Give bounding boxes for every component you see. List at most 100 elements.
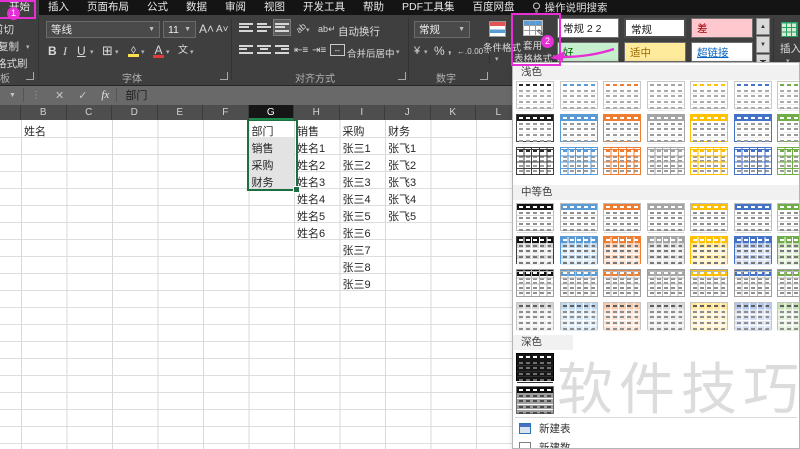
column-header-E[interactable]: E [158,105,204,120]
cell-I8[interactable]: 张三7 [343,242,371,258]
table-style-thumb-中等色-17[interactable] [603,269,641,297]
align-left-button[interactable] [238,42,254,57]
increase-indent-button[interactable]: ⇥≡ [312,43,326,59]
font-dialog-launcher[interactable] [220,72,228,80]
table-style-thumb-中等色-10[interactable] [603,236,641,264]
increase-font-size-button[interactable]: A˄ [199,21,214,37]
table-style-thumb-浅色-18[interactable] [647,147,685,175]
table-style-thumb-中等色-23[interactable] [560,302,598,330]
font-color-button[interactable]: A [152,42,165,58]
table-style-thumb-中等色-3[interactable] [603,203,641,231]
table-style-thumb-浅色-5[interactable] [690,81,728,109]
table-style-thumb-中等色-28[interactable] [777,302,800,330]
table-style-thumb-中等色-26[interactable] [690,302,728,330]
table-style-thumb-中等色-18[interactable] [647,269,685,297]
table-style-thumb-中等色-15[interactable] [516,269,554,297]
cell-I4[interactable]: 张三3 [343,174,371,190]
tab-页面布局[interactable]: 页面布局 [78,0,138,15]
tab-插入[interactable]: 插入 [39,0,78,15]
cell-I1[interactable]: 采购 [343,123,365,139]
cell-J4[interactable]: 张飞3 [388,174,416,190]
table-style-thumb-中等色-20[interactable] [734,269,772,297]
styles-scroll-down-button[interactable]: ▼ [756,36,770,53]
formula-input[interactable]: 部门 [125,87,147,103]
menu-item-新建数[interactable]: 新建数 [513,439,799,449]
font-name-combo[interactable]: 等线▼ [46,21,160,38]
cell-H5[interactable]: 姓名4 [297,191,325,207]
table-style-thumb-浅色-8[interactable] [516,114,554,142]
italic-button[interactable]: I [63,43,67,59]
table-style-thumb-浅色-20[interactable] [734,147,772,175]
insert-function-button[interactable]: fx [94,89,116,101]
table-style-thumb-浅色-2[interactable] [560,81,598,109]
cell-I10[interactable]: 张三9 [343,276,371,292]
align-bottom-button[interactable] [274,20,290,35]
table-style-thumb-中等色-7[interactable] [777,203,800,231]
table-style-thumb-中等色-5[interactable] [690,203,728,231]
table-style-thumb-中等色-12[interactable] [690,236,728,264]
merge-center-caret-icon[interactable]: ▾ [396,48,400,56]
table-style-thumb-浅色-16[interactable] [560,147,598,175]
phonetic-caret-icon[interactable]: ▾ [190,48,194,56]
clipboard-dialog-launcher[interactable] [26,72,34,80]
borders-caret-icon[interactable]: ▾ [115,48,119,56]
cell-H4[interactable]: 姓名3 [297,174,325,190]
column-header-G[interactable]: G [249,105,295,120]
align-top-button[interactable] [238,20,254,35]
comma-style-button[interactable]: , [448,41,451,57]
merge-center-button[interactable]: 合并后居中 [347,46,395,60]
table-style-thumb-浅色-17[interactable] [603,147,641,175]
insert-button[interactable]: 插入 [780,41,800,56]
number-format-combo[interactable]: 常规▼ [414,21,470,38]
cell-J2[interactable]: 张飞1 [388,140,416,156]
tab-开发工具[interactable]: 开发工具 [294,0,354,15]
table-style-thumb-浅色-19[interactable] [690,147,728,175]
cancel-button[interactable]: ✕ [48,89,71,102]
table-style-thumb-浅色-13[interactable] [734,114,772,142]
table-style-thumb-浅色-14[interactable] [777,114,800,142]
cell-H2[interactable]: 姓名1 [297,140,325,156]
table-style-thumb-浅色-1[interactable] [516,81,554,109]
table-style-thumb-浅色-21[interactable] [777,147,800,175]
table-style-thumb-深色-1[interactable] [516,353,554,381]
tab-公式[interactable]: 公式 [138,0,177,15]
table-style-thumb-中等色-19[interactable] [690,269,728,297]
cell-H6[interactable]: 姓名5 [297,208,325,224]
column-header-B[interactable]: B [21,105,67,120]
tab-帮助[interactable]: 帮助 [354,0,393,15]
table-style-thumb-中等色-9[interactable] [560,236,598,264]
column-header-F[interactable]: F [203,105,249,120]
cell-style-超链接[interactable]: 超链接 [691,42,753,62]
alignment-dialog-launcher[interactable] [398,72,406,80]
table-style-thumb-中等色-2[interactable] [560,203,598,231]
align-center-button[interactable] [256,42,272,57]
wrap-text-button[interactable]: 自动换行 [338,24,380,39]
cell-style-常规[interactable]: 常规 [624,18,686,38]
fill-color-button[interactable]: ⬨ [127,41,140,57]
cell-J3[interactable]: 张飞2 [388,157,416,173]
fill-color-caret-icon[interactable]: ▾ [141,48,145,56]
table-style-thumb-浅色-7[interactable] [777,81,800,109]
table-style-thumb-中等色-21[interactable] [777,269,800,297]
table-style-thumb-深色-2[interactable] [516,386,554,414]
table-style-thumb-中等色-27[interactable] [734,302,772,330]
copy-button[interactable]: 复制 [0,39,19,54]
cell-I3[interactable]: 张三2 [343,157,371,173]
orientation-caret-icon[interactable]: ▾ [306,26,310,34]
column-header-J[interactable]: J [385,105,431,120]
table-style-thumb-浅色-15[interactable] [516,147,554,175]
column-header-D[interactable]: D [112,105,158,120]
cell-I5[interactable]: 张三4 [343,191,371,207]
cell-style-常规 2 2[interactable]: 常规 2 2 [557,18,619,38]
phonetic-guide-button[interactable]: 文 [178,43,188,59]
conditional-caret-icon[interactable]: ▾ [495,55,499,63]
font-color-caret-icon[interactable]: ▾ [166,48,170,56]
table-style-thumb-中等色-24[interactable] [603,302,641,330]
cell-H7[interactable]: 姓名6 [297,225,325,241]
column-header-I[interactable]: I [340,105,386,120]
table-style-thumb-中等色-4[interactable] [647,203,685,231]
cell-style-差[interactable]: 差 [691,18,753,38]
cell-J6[interactable]: 张飞5 [388,208,416,224]
cell-I6[interactable]: 张三5 [343,208,371,224]
column-header-C[interactable]: C [67,105,113,120]
